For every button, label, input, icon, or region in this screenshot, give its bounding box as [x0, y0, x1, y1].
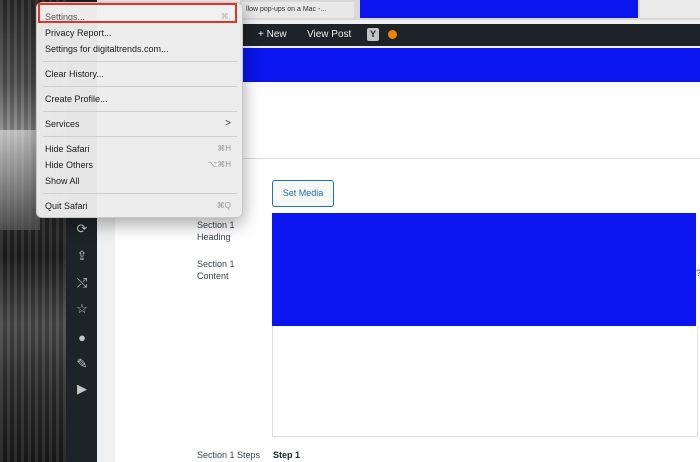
menu-item-quit-safari[interactable]: Quit Safari ⌘Q: [45, 198, 235, 214]
user-icon[interactable]: ●: [73, 329, 91, 347]
header-banner: [240, 48, 700, 82]
new-button[interactable]: + New: [258, 24, 287, 46]
star-icon[interactable]: ☆: [73, 300, 91, 318]
section1-heading-field[interactable]: [272, 213, 696, 326]
set-media-button[interactable]: Set Media: [272, 180, 334, 207]
menu-item-site-settings[interactable]: Settings for digitaltrends.com...: [45, 41, 235, 57]
section-divider: [240, 158, 700, 159]
shortcut-label: ⌘Q: [216, 201, 231, 210]
section1-content-label: Section 1 Content: [197, 259, 235, 281]
menu-item-show-all[interactable]: Show All: [45, 173, 235, 189]
safari-menu: Settings... ⌘, Privacy Report... Setting…: [36, 2, 243, 218]
shortcut-label: ⌘H: [217, 144, 231, 153]
shortcut-label: ⌥⌘H: [208, 160, 231, 169]
menu-item-hide-others[interactable]: Hide Others ⌥⌘H: [45, 157, 235, 173]
section1-steps-label: Section 1 Steps: [197, 450, 261, 460]
play-icon[interactable]: ▶: [73, 380, 91, 398]
menu-item-label: Services: [45, 119, 80, 129]
menu-separator: [43, 86, 237, 87]
yoast-icon[interactable]: Y: [367, 28, 379, 41]
settings-highlight-box: [38, 3, 237, 23]
menu-separator: [43, 193, 237, 194]
shuffle-icon[interactable]: ⤭: [73, 274, 91, 292]
menu-item-label: Show All: [45, 176, 80, 186]
refresh-icon[interactable]: ⟳: [73, 220, 91, 238]
step-value: Step 1: [273, 450, 301, 460]
browser-tab-active[interactable]: [360, 0, 638, 18]
menu-item-label: Privacy Report...: [45, 28, 112, 38]
menu-item-hide-safari[interactable]: Hide Safari ⌘H: [45, 141, 235, 157]
menu-separator: [43, 111, 237, 112]
view-post-link[interactable]: View Post: [307, 24, 351, 46]
menu-item-create-profile[interactable]: Create Profile...: [45, 91, 235, 107]
edge-mark: ?: [696, 268, 700, 278]
photo-highlight: [0, 130, 40, 230]
menu-item-services[interactable]: Services >: [45, 116, 235, 132]
browser-tab-right[interactable]: [640, 0, 700, 18]
wrench-icon[interactable]: ✎: [73, 355, 91, 373]
menu-item-clear-history[interactable]: Clear History...: [45, 66, 235, 82]
menu-item-label: Settings for digitaltrends.com...: [45, 44, 169, 54]
menu-item-label: Quit Safari: [45, 201, 88, 211]
browser-tab[interactable]: llow pop-ups on a Mac -...: [242, 2, 354, 18]
section1-heading-label: Section 1 Heading: [197, 220, 235, 242]
menu-item-label: Create Profile...: [45, 94, 108, 104]
menu-item-privacy-report[interactable]: Privacy Report...: [45, 25, 235, 41]
seo-status-dot: [388, 30, 397, 39]
menu-item-label: Hide Others: [45, 160, 94, 170]
menu-item-label: Clear History...: [45, 69, 104, 79]
menu-separator: [43, 61, 237, 62]
menu-separator: [43, 136, 237, 137]
section1-content-editor[interactable]: [272, 326, 698, 437]
menu-item-label: Hide Safari: [45, 144, 90, 154]
share-icon[interactable]: ⇪: [73, 247, 91, 265]
chevron-right-icon: >: [225, 118, 231, 129]
